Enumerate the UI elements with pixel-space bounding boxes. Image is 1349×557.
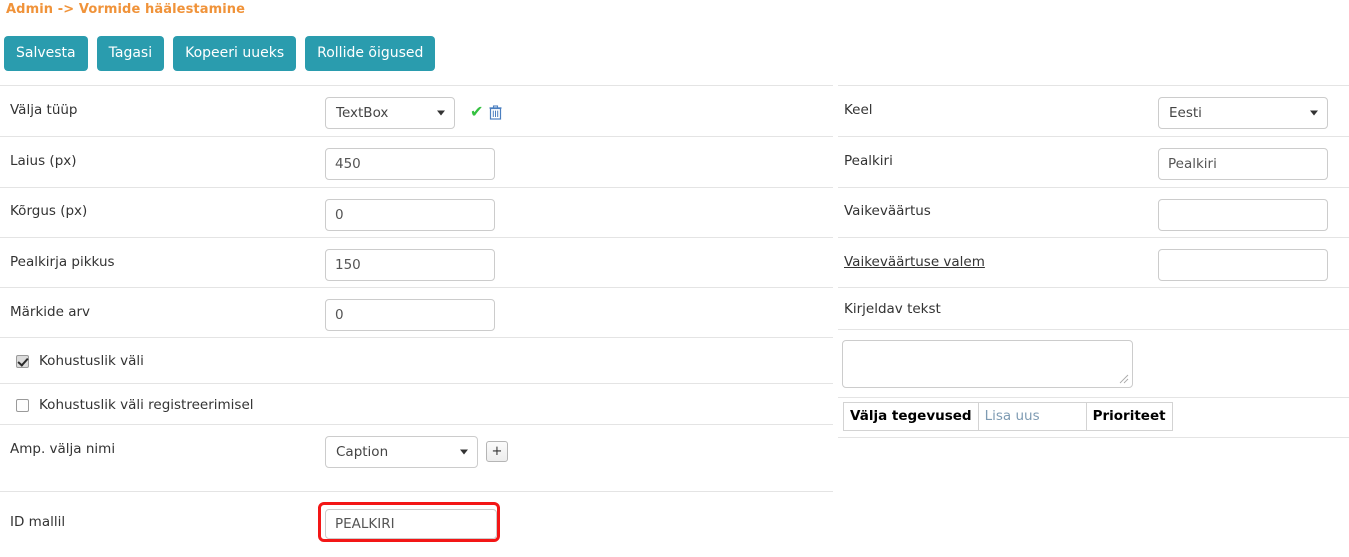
row-field-actions-body — [838, 437, 1349, 503]
label-amp-field-name: Amp. välja nimi — [10, 441, 116, 457]
required-field-checkbox-wrap[interactable]: Kohustuslik väli — [16, 353, 144, 369]
language-select[interactable]: Eesti — [1158, 97, 1328, 129]
row-language: Keel Eesti — [838, 85, 1349, 136]
row-default-value: Vaikeväärtus — [838, 187, 1349, 237]
default-value-formula-input[interactable] — [1158, 249, 1328, 281]
width-input[interactable] — [325, 148, 495, 180]
row-required-field: Kohustuslik väli — [0, 337, 833, 383]
required-on-register-label: Kohustuslik väli registreerimisel — [39, 397, 254, 413]
copy-as-new-button[interactable]: Kopeeri uueks — [173, 36, 297, 71]
toolbar: Salvesta Tagasi Kopeeri uueks Rollide õi… — [4, 36, 436, 71]
add-amp-field-button[interactable]: + — [486, 441, 508, 462]
amp-field-name-select[interactable]: Caption — [325, 436, 478, 468]
row-descriptive-text-input — [838, 329, 1349, 397]
label-descriptive-text: Kirjeldav tekst — [844, 301, 941, 317]
priority-header: Prioriteet — [1085, 402, 1173, 431]
caption-input[interactable] — [1158, 148, 1328, 180]
default-value-formula-link[interactable]: Vaikeväärtuse valem — [844, 254, 985, 270]
label-language: Keel — [844, 102, 873, 118]
row-caption-length: Pealkirja pikkus — [0, 237, 833, 287]
row-required-on-register: Kohustuslik väli registreerimisel — [0, 383, 833, 424]
row-width: Laius (px) — [0, 136, 833, 187]
row-field-type: Välja tüüp TextBox ✔ — [0, 85, 833, 136]
required-on-register-checkbox[interactable] — [16, 398, 29, 412]
descriptive-text-textarea[interactable] — [842, 340, 1133, 388]
add-new-action-link[interactable]: Lisa uus — [977, 402, 1087, 431]
row-height: Kõrgus (px) — [0, 187, 833, 237]
save-button[interactable]: Salvesta — [4, 36, 88, 71]
language-value: Eesti — [1169, 105, 1202, 121]
row-id-in-template: ID mallil — [0, 491, 833, 553]
label-id-in-template: ID mallil — [10, 514, 66, 530]
label-caption-length: Pealkirja pikkus — [10, 254, 115, 270]
field-actions-table: Välja tegevused Lisa uus Prioriteet — [843, 402, 1173, 431]
label-width: Laius (px) — [10, 153, 77, 169]
row-char-count: Märkide arv — [0, 287, 833, 337]
chevron-down-icon — [1310, 110, 1318, 116]
amp-field-name-value: Caption — [336, 444, 389, 460]
trash-icon[interactable] — [489, 105, 502, 120]
row-descriptive-text-label: Kirjeldav tekst — [838, 287, 1349, 329]
page-title: Admin -> Vormide häälestamine — [6, 2, 246, 17]
back-button[interactable]: Tagasi — [96, 36, 165, 71]
right-form-column: Keel Eesti Pealkiri Vaikeväärtus Vaikevä… — [838, 85, 1349, 503]
table-row: Välja tegevused Lisa uus Prioriteet — [843, 402, 1173, 431]
label-default-value: Vaikeväärtus — [844, 203, 931, 219]
char-count-input[interactable] — [325, 299, 495, 331]
label-field-type: Välja tüüp — [10, 102, 78, 118]
default-value-input[interactable] — [1158, 199, 1328, 231]
row-default-value-formula: Vaikeväärtuse valem — [838, 237, 1349, 287]
label-caption: Pealkiri — [844, 153, 893, 169]
id-in-template-highlight — [318, 502, 500, 542]
required-on-register-checkbox-wrap[interactable]: Kohustuslik väli registreerimisel — [16, 397, 254, 413]
row-caption: Pealkiri — [838, 136, 1349, 187]
left-form-column: Välja tüüp TextBox ✔ Laius (px) Kõrgus (… — [0, 85, 833, 553]
chevron-down-icon — [460, 449, 468, 455]
required-field-label: Kohustuslik väli — [39, 353, 144, 369]
required-field-checkbox[interactable] — [16, 354, 29, 368]
field-actions-title: Välja tegevused — [843, 402, 979, 431]
row-amp-field-name: Amp. välja nimi Caption + — [0, 424, 833, 491]
row-field-actions: Välja tegevused Lisa uus Prioriteet — [838, 397, 1349, 437]
role-permissions-button[interactable]: Rollide õigused — [305, 36, 436, 71]
field-type-value: TextBox — [336, 105, 389, 121]
check-icon[interactable]: ✔ — [470, 104, 486, 120]
label-height: Kõrgus (px) — [10, 203, 88, 219]
chevron-down-icon — [437, 110, 445, 116]
height-input[interactable] — [325, 199, 495, 231]
label-char-count: Märkide arv — [10, 304, 91, 320]
id-in-template-input[interactable] — [325, 509, 497, 539]
caption-length-input[interactable] — [325, 249, 495, 281]
field-type-select[interactable]: TextBox — [325, 97, 455, 129]
